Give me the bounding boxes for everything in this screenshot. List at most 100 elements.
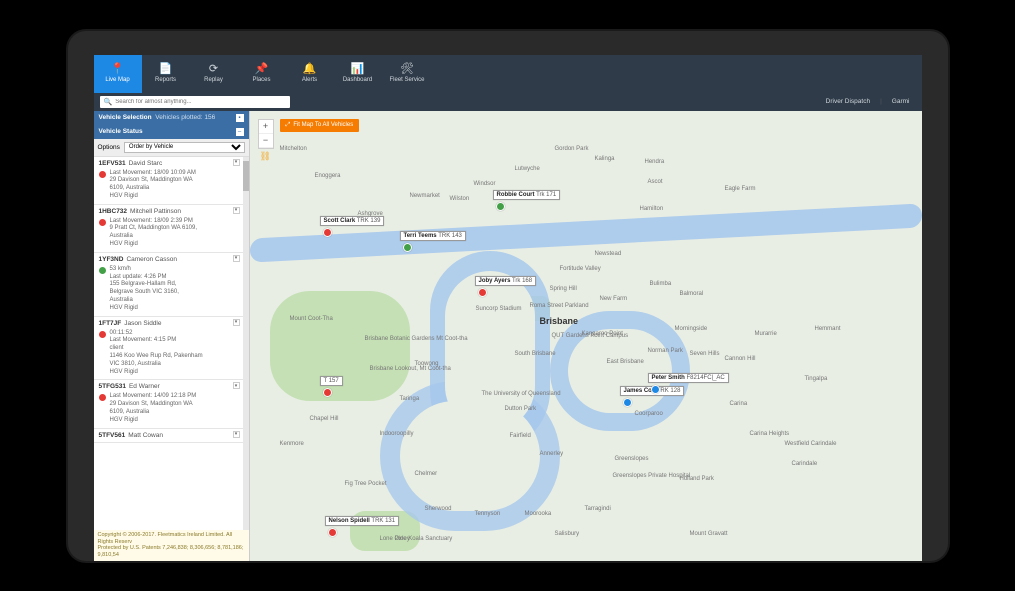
status-dot-icon	[99, 219, 106, 226]
expand-icon[interactable]: ▾	[233, 382, 240, 389]
map-place-label: Kalinga	[595, 156, 615, 162]
selection-title: Vehicle Selection	[99, 114, 152, 121]
map-place-label: Hamilton	[640, 206, 664, 212]
vehicle-reg: 5TFG531	[99, 383, 126, 390]
places-icon: 📌	[255, 64, 269, 75]
vehicle-item[interactable]: ▾ 1FT7JF Jason Siddle 00:11:52Last Movem…	[94, 317, 243, 381]
vehicle-marker-label[interactable]: Terri Teems TRK 143	[400, 231, 466, 241]
vehicle-marker-label[interactable]: Scott Clark TRK 139	[320, 216, 385, 226]
nav-label: Dashboard	[343, 77, 372, 83]
vehicle-marker-label[interactable]: Joby Ayers Trk 168	[475, 276, 537, 286]
expand-icon[interactable]: ▾	[233, 319, 240, 326]
map-place-label: Newmarket	[410, 193, 440, 199]
topbar-right: Driver Dispatch | Garmi	[826, 98, 916, 105]
nav-places[interactable]: 📌 Places	[238, 55, 286, 93]
vehicle-marker-label[interactable]: Nelson Spidell TRK 131	[325, 516, 400, 526]
fit-map-button[interactable]: ⤢ Fit Map To All Vehicles	[280, 119, 360, 132]
vehicle-pin-icon[interactable]	[328, 528, 337, 537]
vehicle-pin-icon[interactable]	[323, 228, 332, 237]
scrollbar-thumb[interactable]	[243, 161, 249, 191]
vehicle-item[interactable]: ▾ 1HBC732 Mitchell Pattinson Last Moveme…	[94, 205, 243, 253]
search-input[interactable]	[115, 99, 285, 105]
map-place-label: Coorparoo	[635, 411, 663, 417]
vehicle-pin-icon[interactable]	[323, 388, 332, 397]
map-place-label: Carina Heights	[750, 431, 790, 437]
vehicle-marker-label[interactable]: Peter Smith F8214FC|_AC	[648, 373, 729, 383]
driver-name: Matt Cowan	[128, 432, 163, 439]
nav-replay[interactable]: ⟳ Replay	[190, 55, 238, 93]
content: Vehicle Selection Vehicles plotted: 156 …	[94, 111, 922, 561]
vehicle-details: Last Movement: 18/09 10:09 AM29 Davison …	[110, 170, 196, 201]
nav-label: Reports	[155, 77, 176, 83]
zoom-in-button[interactable]: +	[259, 120, 273, 134]
vehicle-marker-label[interactable]: Robbie Court Trk 171	[493, 190, 561, 200]
vehicle-item[interactable]: ▾ 1YF3ND Cameron Casson 53 km/hLast upda…	[94, 253, 243, 317]
driver-dispatch-link[interactable]: Driver Dispatch	[826, 98, 870, 105]
vehicle-pin-icon[interactable]	[403, 243, 412, 252]
vehicle-item[interactable]: ▾ 5TFV561 Matt Cowan	[94, 429, 243, 443]
pegman-icon[interactable]: ⛓	[260, 151, 271, 162]
map-place-label: Tarragindi	[585, 506, 611, 512]
vehicle-details: Last Movement: 14/09 12:18 PM29 Davison …	[110, 393, 197, 424]
expand-icon[interactable]: ▾	[233, 431, 240, 438]
map-place-label: Ascot	[648, 179, 663, 185]
plotted-count: Vehicles plotted: 156	[155, 114, 215, 121]
nav-live-map[interactable]: 📍 Live Map	[94, 55, 142, 93]
vehicle-pin-icon[interactable]	[623, 398, 632, 407]
vehicle-item[interactable]: ▾ 5TFG531 Ed Warner Last Movement: 14/09…	[94, 380, 243, 428]
status-title: Vehicle Status	[99, 128, 143, 135]
map-place-label: Gordon Park	[555, 146, 589, 152]
gauge-icon: 📊	[351, 64, 365, 75]
order-by-select[interactable]: Order by Vehicle	[124, 142, 245, 153]
copyright-line: Copyright © 2006-2017. Fleetmatics Irela…	[98, 532, 245, 545]
vehicle-pin-icon[interactable]	[496, 202, 505, 211]
map-place-label: Brisbane	[540, 316, 579, 326]
map-place-label: Greenslopes Private Hospital	[613, 473, 691, 479]
map-place-label: Murarrie	[755, 331, 777, 337]
expand-icon[interactable]: ▾	[233, 255, 240, 262]
driver-name: Jason Siddle	[124, 320, 161, 327]
scrollbar[interactable]	[243, 157, 249, 531]
vehicle-item[interactable]: ▾ 1EFV531 David Starc Last Movement: 18/…	[94, 157, 243, 205]
expand-icon[interactable]: ▾	[233, 207, 240, 214]
map-place-label: Spring Hill	[550, 286, 577, 292]
map-place-label: Norman Park	[648, 348, 683, 354]
vehicle-selection-header[interactable]: Vehicle Selection Vehicles plotted: 156 …	[94, 111, 249, 125]
vehicle-details: Last Movement: 18/09 2:39 PM9 Pratt Ct, …	[110, 218, 198, 249]
nav-dashboard[interactable]: 📊 Dashboard	[334, 55, 382, 93]
nav-alerts[interactable]: 🔔 Alerts	[286, 55, 334, 93]
vehicle-marker-label[interactable]: T 157	[320, 376, 343, 386]
vehicle-details: 00:11:52Last Movement: 4:15 PMclient1146…	[110, 330, 203, 377]
wrench-icon: 🛠	[400, 64, 414, 75]
collapse-icon[interactable]: –	[236, 128, 244, 136]
vehicle-pin-icon[interactable]	[651, 385, 660, 394]
map-place-label: Balmoral	[680, 291, 704, 297]
search-box[interactable]: 🔍	[100, 96, 290, 108]
collapse-icon[interactable]: ▪	[236, 114, 244, 122]
map-area[interactable]: + − ⛓ ⤢ Fit Map To All Vehicles Gordon P…	[250, 111, 922, 561]
zoom-out-button[interactable]: −	[259, 134, 273, 148]
vehicle-details: 53 km/hLast update: 4:26 PM155 Belgrave-…	[110, 266, 179, 313]
nav-fleet-service[interactable]: 🛠 Fleet Service	[382, 55, 433, 93]
map-place-label: Carindale	[792, 461, 818, 467]
map-place-label: Bulimba	[650, 281, 672, 287]
vehicle-pin-icon[interactable]	[478, 288, 487, 297]
vehicle-reg: 1FT7JF	[99, 320, 122, 327]
search-icon: 🔍	[104, 98, 113, 106]
map-place-label: Mitchelton	[280, 146, 307, 152]
map-place-label: Tingalpa	[805, 376, 828, 382]
map-place-label: Chelmer	[415, 471, 438, 477]
expand-icon[interactable]: ▾	[233, 159, 240, 166]
patents-line: Protected by U.S. Patents 7,246,838; 8,3…	[98, 545, 245, 558]
garmin-link[interactable]: Garmi	[892, 98, 910, 105]
map-place-label: Mount Coot-Tha	[290, 316, 333, 322]
map-place-label: Brisbane Lookout, Mt Coot-tha	[370, 366, 451, 372]
nav-label: Places	[252, 77, 270, 83]
options-label: Options	[98, 144, 120, 151]
map-place-label: Seven Hills	[690, 351, 720, 357]
vehicle-status-header[interactable]: Vehicle Status –	[94, 125, 249, 139]
vehicle-list[interactable]: ▾ 1EFV531 David Starc Last Movement: 18/…	[94, 157, 243, 531]
nav-reports[interactable]: 📄 Reports	[142, 55, 190, 93]
vehicle-reg: 1EFV531	[99, 160, 126, 167]
map-place-label: Windsor	[474, 181, 496, 187]
